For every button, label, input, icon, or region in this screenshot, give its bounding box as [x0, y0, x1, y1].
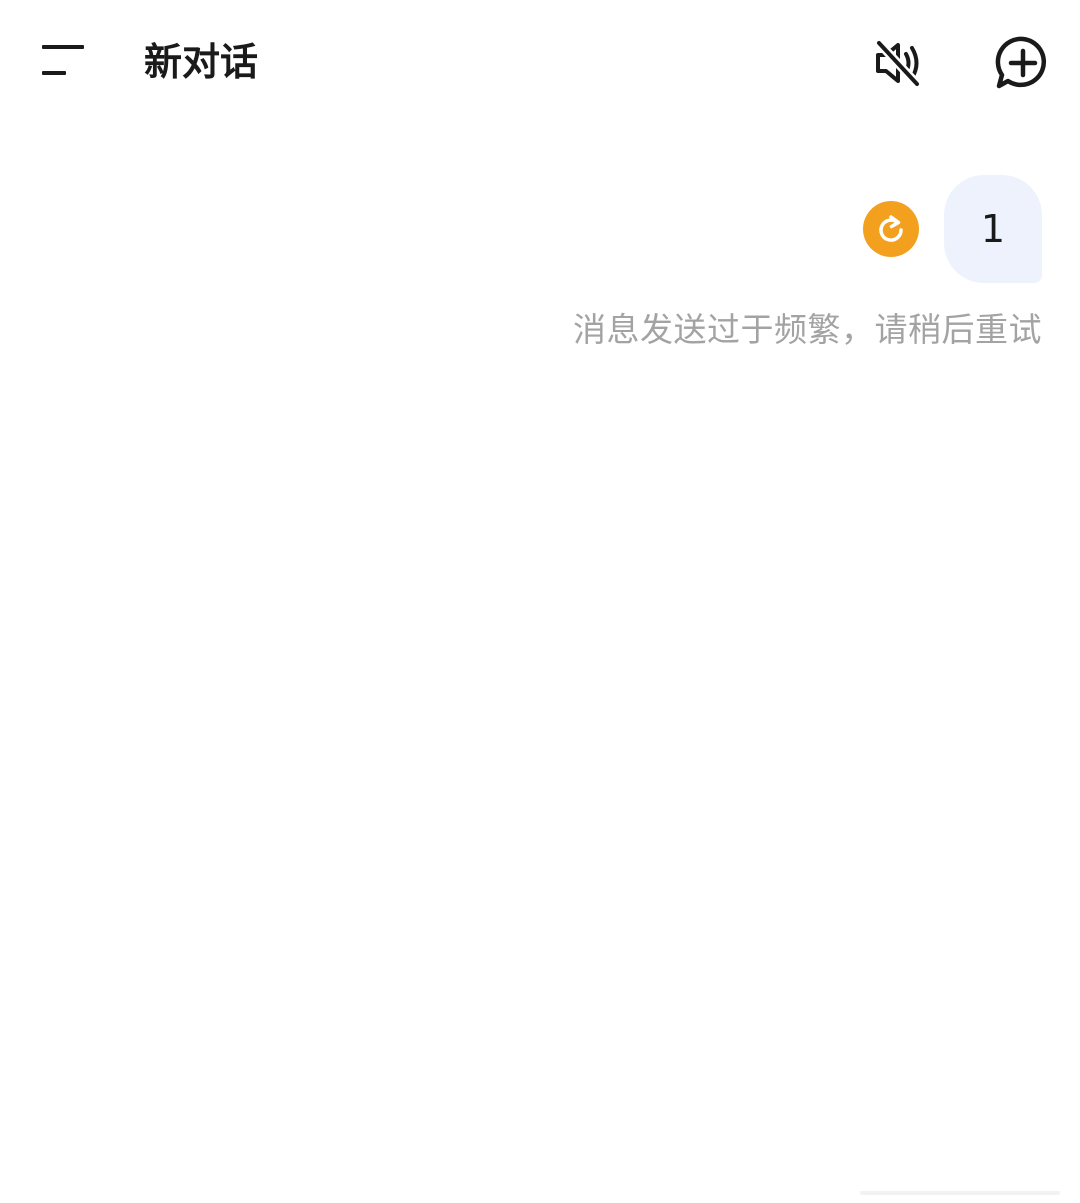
user-message-row: 1 [863, 175, 1042, 283]
home-indicator [860, 1191, 1060, 1195]
send-error-message: 消息发送过于频繁，请稍后重试 [573, 310, 1042, 349]
menu-button[interactable] [30, 36, 94, 88]
refresh-icon [879, 215, 903, 242]
menu-icon [42, 45, 84, 75]
chat-area: 1 消息发送过于频繁，请稍后重试 [0, 125, 1080, 1185]
new-chat-button[interactable] [994, 34, 1052, 92]
mute-button[interactable] [870, 34, 928, 92]
retry-button[interactable] [863, 201, 919, 257]
chat-plus-icon [995, 36, 1046, 89]
page-title: 新对话 [144, 40, 259, 84]
speaker-muted-icon [874, 38, 922, 89]
top-bar: 新对话 [0, 0, 1080, 125]
user-message-bubble[interactable]: 1 [944, 175, 1042, 283]
